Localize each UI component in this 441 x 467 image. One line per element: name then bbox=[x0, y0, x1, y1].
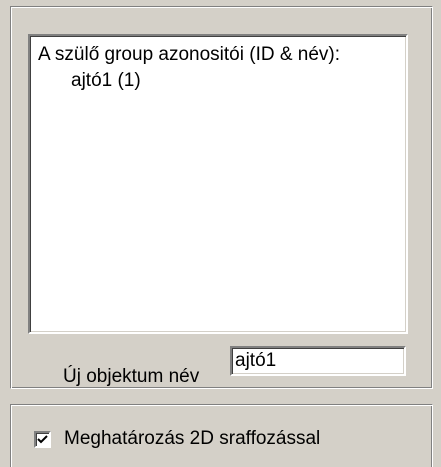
new-object-name-label: Új objektum név bbox=[63, 366, 200, 387]
list-item[interactable]: ajtó1 (1) bbox=[71, 70, 141, 92]
object-properties-panel: A szülő group azonositói (ID & név): ajt… bbox=[0, 0, 441, 467]
checkmark-icon bbox=[37, 434, 48, 443]
hatching-checkbox-label: Meghatározás 2D sraffozással bbox=[64, 428, 321, 449]
hatching-checkbox[interactable] bbox=[34, 430, 51, 448]
hatching-checkbox-row[interactable]: Meghatározás 2D sraffozással bbox=[34, 428, 320, 450]
parent-group-heading: A szülő group azonositói (ID & név): bbox=[38, 44, 341, 65]
parent-group-listbox[interactable]: A szülő group azonositói (ID & név): ajt… bbox=[28, 34, 408, 334]
new-object-name-input[interactable] bbox=[230, 346, 406, 376]
